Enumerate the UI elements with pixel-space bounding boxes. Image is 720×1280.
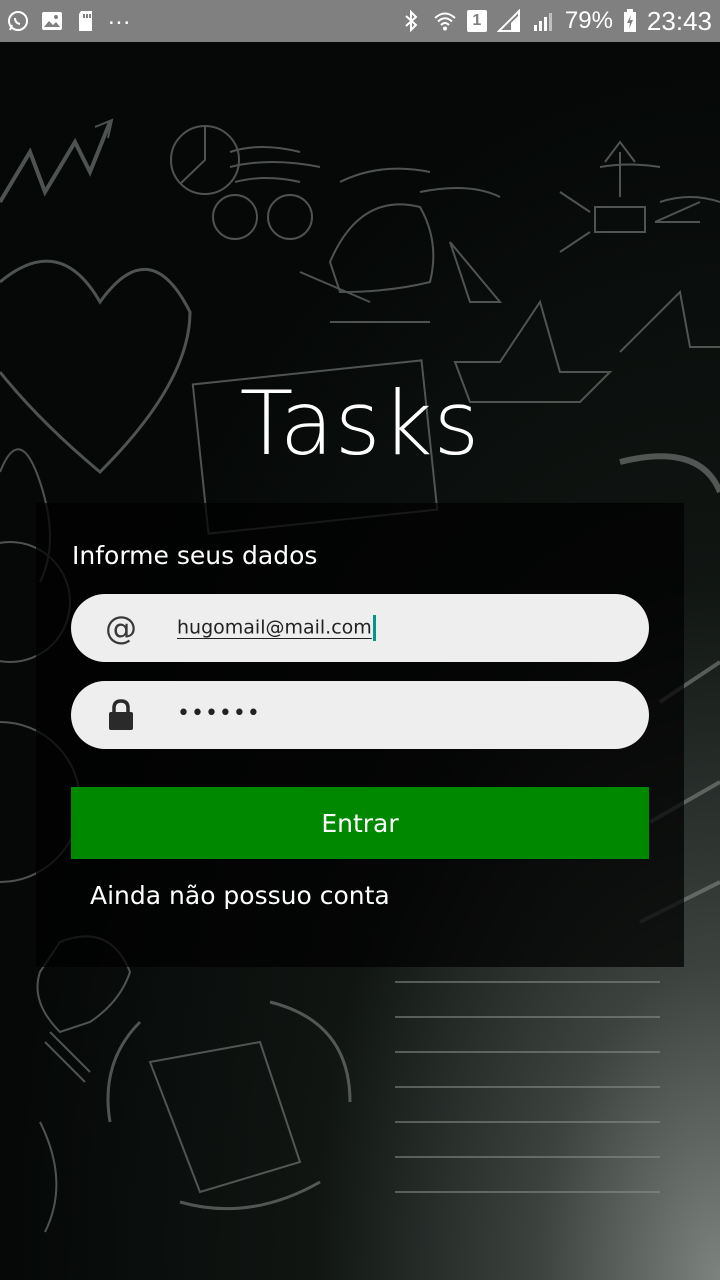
clock: 23:43 <box>646 5 712 36</box>
whatsapp-icon <box>8 11 28 31</box>
sd-card-icon <box>79 11 92 31</box>
lock-icon <box>95 699 147 731</box>
login-card: Informe seus dados @ hugomail@mail.com •… <box>36 503 684 967</box>
signup-link[interactable]: Ainda não possuo conta <box>90 881 390 910</box>
more-notifications-indicator: ... <box>108 3 132 30</box>
login-prompt: Informe seus dados <box>72 541 318 570</box>
login-button[interactable]: Entrar <box>71 787 649 859</box>
status-bar: ... 1 79% 23:43 <box>0 0 720 42</box>
status-bar-right: 1 79% 23:43 <box>399 6 712 37</box>
bluetooth-icon <box>405 9 418 33</box>
sim-icon: 1 <box>466 10 487 32</box>
wifi-icon <box>434 12 456 31</box>
password-input[interactable]: •••••• <box>177 701 261 726</box>
signal-bars-icon <box>533 13 552 31</box>
email-input[interactable]: hugomail@mail.com <box>177 615 376 641</box>
battery-charging-icon <box>623 9 636 32</box>
status-bar-left: ... <box>6 3 131 33</box>
password-field[interactable]: •••••• <box>71 681 649 749</box>
text-cursor <box>372 615 376 641</box>
battery-percentage: 79% <box>564 7 613 34</box>
app-title: Tasks <box>239 372 481 475</box>
sim-slot-number: 1 <box>472 12 482 29</box>
email-field[interactable]: @ hugomail@mail.com <box>71 594 649 662</box>
image-icon <box>42 12 62 30</box>
at-sign-icon: @ <box>105 609 137 647</box>
email-value: hugomail@mail.com <box>177 616 372 639</box>
signal-icon <box>496 9 520 32</box>
